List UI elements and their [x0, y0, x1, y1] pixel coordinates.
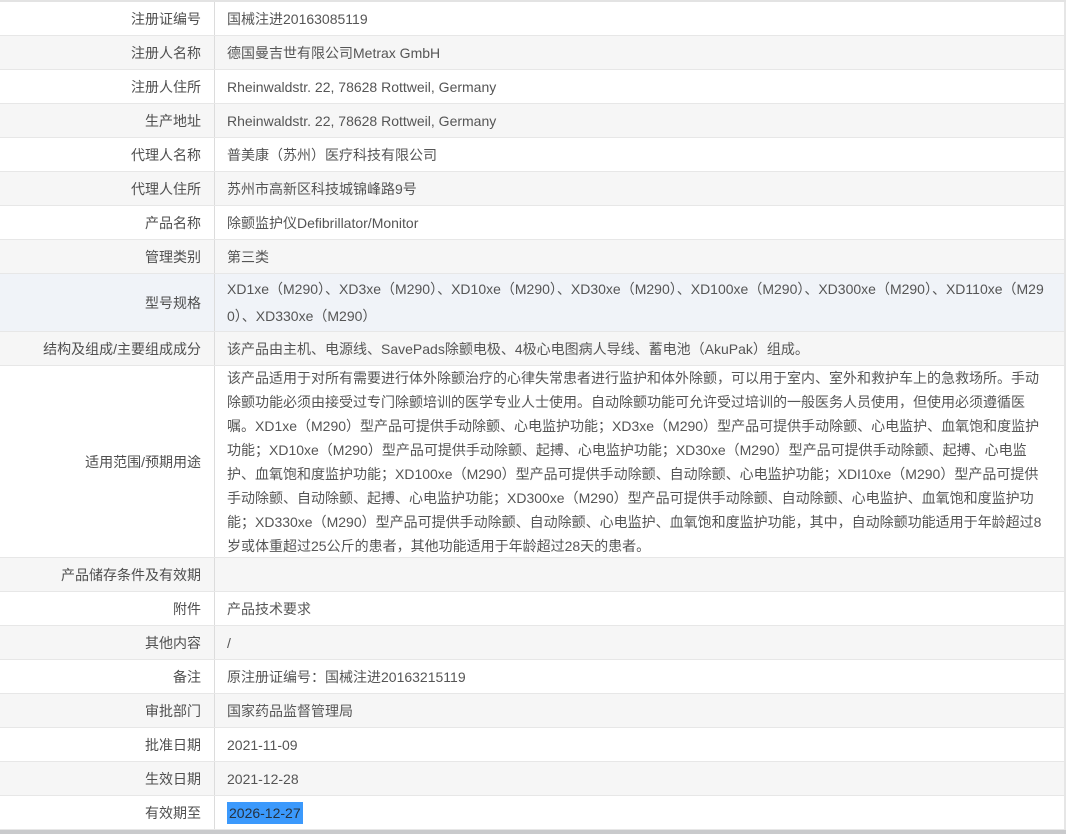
field-label-text: 注册人名称 [131, 43, 201, 63]
field-value-text: 德国曼吉世有限公司Metrax GmbH [227, 42, 440, 64]
field-label-text: 批准日期 [145, 735, 201, 755]
field-label-text: 其他内容 [145, 633, 201, 653]
field-label-text: 产品储存条件及有效期 [61, 565, 201, 585]
field-label-text: 管理类别 [145, 247, 201, 267]
row-other-content: 其他内容 / [0, 626, 1064, 660]
row-management-class: 管理类别 第三类 [0, 240, 1064, 274]
row-registrant-address: 注册人住所 Rheinwaldstr. 22, 78628 Rottweil, … [0, 70, 1064, 104]
field-value-text: 普美康（苏州）医疗科技有限公司 [227, 144, 437, 166]
field-label-text: 审批部门 [145, 701, 201, 721]
row-attachments: 附件 产品技术要求 [0, 592, 1064, 626]
field-value-text: 苏州市高新区科技城锦峰路9号 [227, 178, 417, 200]
row-model-specifications: 型号规格 XD1xe（M290）、XD3xe（M290）、XD10xe（M290… [0, 274, 1064, 332]
row-registrant-name: 注册人名称 德国曼吉世有限公司Metrax GmbH [0, 36, 1064, 70]
field-label: 批准日期 [0, 728, 215, 761]
field-value: 该产品适用于对所有需要进行体外除颤治疗的心律失常患者进行监护和体外除颤，可以用于… [215, 366, 1064, 557]
field-value-text: 国械注进20163085119 [227, 8, 368, 30]
field-value-text: Rheinwaldstr. 22, 78628 Rottweil, German… [227, 76, 496, 98]
row-approval-department: 审批部门 国家药品监督管理局 [0, 694, 1064, 728]
row-scope-of-application: 适用范围/预期用途 该产品适用于对所有需要进行体外除颤治疗的心律失常患者进行监护… [0, 366, 1064, 558]
row-storage-conditions-shelf-life: 产品储存条件及有效期 [0, 558, 1064, 592]
field-label: 适用范围/预期用途 [0, 366, 215, 557]
row-valid-until: 有效期至 2026-12-27 [0, 796, 1064, 830]
field-label: 生效日期 [0, 762, 215, 795]
field-label: 结构及组成/主要组成成分 [0, 332, 215, 365]
field-value: Rheinwaldstr. 22, 78628 Rottweil, German… [215, 104, 1064, 137]
row-agent-name: 代理人名称 普美康（苏州）医疗科技有限公司 [0, 138, 1064, 172]
row-production-address: 生产地址 Rheinwaldstr. 22, 78628 Rottweil, G… [0, 104, 1064, 138]
field-label-text: 结构及组成/主要组成成分 [43, 339, 201, 359]
field-value-text: 该产品由主机、电源线、SavePads除颤电极、4极心电图病人导线、蓄电池（Ak… [227, 338, 809, 360]
field-label-text: 注册证编号 [131, 9, 201, 29]
field-label-text: 型号规格 [145, 293, 201, 313]
field-label-text: 注册人住所 [131, 77, 201, 97]
row-structure-composition: 结构及组成/主要组成成分 该产品由主机、电源线、SavePads除颤电极、4极心… [0, 332, 1064, 366]
field-value: / [215, 626, 1064, 659]
field-label-text: 生效日期 [145, 769, 201, 789]
field-label: 审批部门 [0, 694, 215, 727]
row-product-name: 产品名称 除颤监护仪Defibrillator/Monitor [0, 206, 1064, 240]
bottom-edge-strip [0, 830, 1066, 834]
field-value-text: 第三类 [227, 246, 269, 268]
field-label: 注册证编号 [0, 2, 215, 35]
field-label: 有效期至 [0, 796, 215, 829]
registration-detail-table: 注册证编号 国械注进20163085119 注册人名称 德国曼吉世有限公司Met… [0, 2, 1066, 830]
field-value-text: XD1xe（M290）、XD3xe（M290）、XD10xe（M290）、XD3… [227, 276, 1050, 330]
field-value-text: 该产品适用于对所有需要进行体外除颤治疗的心律失常患者进行监护和体外除颤，可以用于… [227, 366, 1050, 558]
field-label: 附件 [0, 592, 215, 625]
field-value: 2026-12-27 [215, 796, 1064, 829]
field-label: 其他内容 [0, 626, 215, 659]
field-value: XD1xe（M290）、XD3xe（M290）、XD10xe（M290）、XD3… [215, 274, 1064, 331]
row-effective-date: 生效日期 2021-12-28 [0, 762, 1064, 796]
field-value: 第三类 [215, 240, 1064, 273]
field-value: 国械注进20163085119 [215, 2, 1064, 35]
field-value: 该产品由主机、电源线、SavePads除颤电极、4极心电图病人导线、蓄电池（Ak… [215, 332, 1064, 365]
field-label: 型号规格 [0, 274, 215, 331]
field-value: Rheinwaldstr. 22, 78628 Rottweil, German… [215, 70, 1064, 103]
field-label-text: 生产地址 [145, 111, 201, 131]
field-value-text: 产品技术要求 [227, 598, 311, 620]
field-value-text: / [227, 632, 231, 654]
field-label: 注册人名称 [0, 36, 215, 69]
field-label: 管理类别 [0, 240, 215, 273]
field-value: 2021-12-28 [215, 762, 1064, 795]
field-value-text: 2021-11-09 [227, 734, 298, 756]
field-value: 2021-11-09 [215, 728, 1064, 761]
row-agent-address: 代理人住所 苏州市高新区科技城锦峰路9号 [0, 172, 1064, 206]
selected-date-text[interactable]: 2026-12-27 [227, 802, 303, 824]
row-remarks: 备注 原注册证编号：国械注进20163215119 [0, 660, 1064, 694]
field-label: 生产地址 [0, 104, 215, 137]
field-label-text: 代理人住所 [131, 179, 201, 199]
field-label-text: 备注 [173, 667, 201, 687]
field-label-text: 有效期至 [145, 803, 201, 823]
field-value-text: 2021-12-28 [227, 768, 299, 790]
field-label-text: 产品名称 [145, 213, 201, 233]
field-label-text: 适用范围/预期用途 [85, 452, 201, 472]
field-value: 原注册证编号：国械注进20163215119 [215, 660, 1064, 693]
field-value-text: 除颤监护仪Defibrillator/Monitor [227, 212, 418, 234]
field-label: 代理人住所 [0, 172, 215, 205]
field-value: 除颤监护仪Defibrillator/Monitor [215, 206, 1064, 239]
field-value: 德国曼吉世有限公司Metrax GmbH [215, 36, 1064, 69]
field-label: 产品名称 [0, 206, 215, 239]
field-value: 苏州市高新区科技城锦峰路9号 [215, 172, 1064, 205]
field-value-text: 原注册证编号：国械注进20163215119 [227, 666, 466, 688]
field-value-text: 国家药品监督管理局 [227, 700, 353, 722]
field-label: 注册人住所 [0, 70, 215, 103]
field-value: 普美康（苏州）医疗科技有限公司 [215, 138, 1064, 171]
field-value: 国家药品监督管理局 [215, 694, 1064, 727]
field-value: 产品技术要求 [215, 592, 1064, 625]
row-registration-cert-number: 注册证编号 国械注进20163085119 [0, 2, 1064, 36]
row-approval-date: 批准日期 2021-11-09 [0, 728, 1064, 762]
registration-detail-page: 注册证编号 国械注进20163085119 注册人名称 德国曼吉世有限公司Met… [0, 0, 1066, 834]
field-label: 代理人名称 [0, 138, 215, 171]
field-label-text: 代理人名称 [131, 145, 201, 165]
field-label: 产品储存条件及有效期 [0, 558, 215, 591]
field-value-text: Rheinwaldstr. 22, 78628 Rottweil, German… [227, 110, 496, 132]
field-label: 备注 [0, 660, 215, 693]
field-value [215, 558, 1064, 591]
field-label-text: 附件 [173, 599, 201, 619]
